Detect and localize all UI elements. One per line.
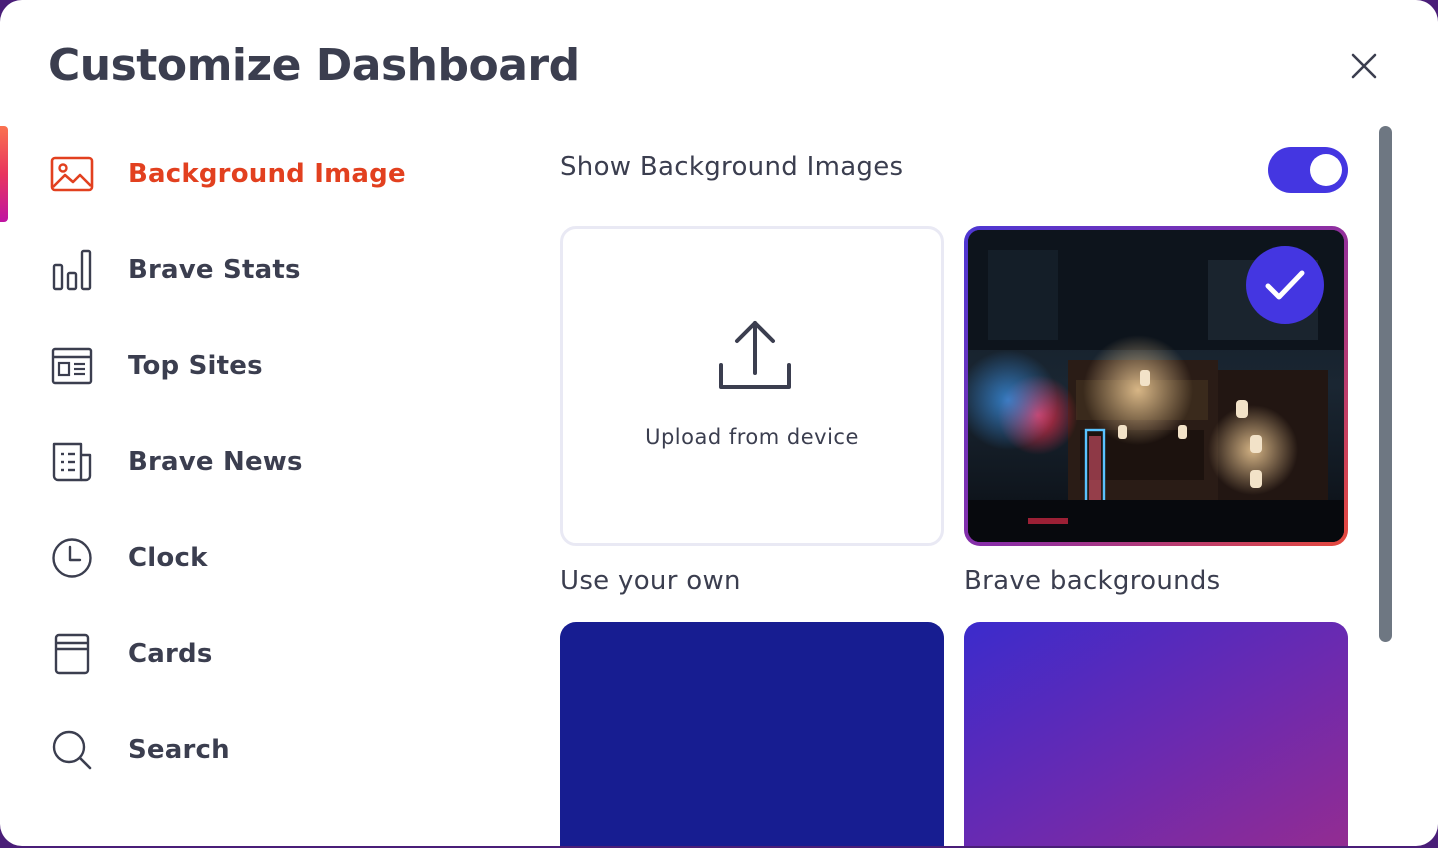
upload-from-device-tile[interactable]: Upload from device (560, 226, 944, 546)
search-icon (48, 726, 96, 774)
sidebar-item-label: Brave Stats (128, 255, 301, 285)
sidebar-item-cards[interactable]: Cards (0, 606, 520, 702)
toggle-knob (1310, 154, 1342, 186)
sidebar-item-label: Search (128, 735, 230, 765)
clock-icon (48, 534, 96, 582)
brave-backgrounds-caption: Brave backgrounds (964, 566, 1221, 596)
sidebar-item-search[interactable]: Search (0, 702, 520, 798)
upload-from-device-label: Upload from device (645, 425, 859, 449)
sidebar-item-label: Clock (128, 543, 208, 573)
top-sites-icon (48, 342, 96, 390)
image-icon (48, 150, 96, 198)
show-background-images-label: Show Background Images (560, 152, 904, 182)
selected-check-badge (1246, 246, 1324, 324)
brave-backgrounds-tile[interactable] (964, 226, 1348, 546)
checkmark-icon (1265, 270, 1305, 300)
customize-dashboard-dialog: Customize Dashboard Background Image Bra… (0, 0, 1438, 846)
close-icon (1351, 53, 1377, 79)
sidebar-item-clock[interactable]: Clock (0, 510, 520, 606)
sidebar-item-brave-stats[interactable]: Brave Stats (0, 222, 520, 318)
sidebar-item-background-image[interactable]: Background Image (0, 126, 520, 222)
solid-color-tile[interactable] (560, 622, 944, 846)
bar-chart-icon (48, 246, 96, 294)
sidebar-item-brave-news[interactable]: Brave News (0, 414, 520, 510)
gradient-color-tile[interactable] (964, 622, 1348, 846)
upload-icon (719, 321, 791, 389)
cards-icon (48, 630, 96, 678)
sidebar-item-label: Cards (128, 639, 213, 669)
show-background-images-toggle[interactable] (1268, 147, 1348, 193)
sidebar-item-label: Brave News (128, 447, 303, 477)
sidebar-item-label: Top Sites (128, 351, 263, 381)
news-icon (48, 438, 96, 486)
sidebar-item-top-sites[interactable]: Top Sites (0, 318, 520, 414)
scrollbar-thumb[interactable] (1379, 126, 1392, 642)
sidebar-item-label: Background Image (128, 159, 406, 189)
close-button[interactable] (1340, 42, 1388, 90)
dialog-title: Customize Dashboard (48, 40, 580, 91)
use-your-own-caption: Use your own (560, 566, 741, 596)
brave-background-thumbnail (968, 230, 1344, 542)
